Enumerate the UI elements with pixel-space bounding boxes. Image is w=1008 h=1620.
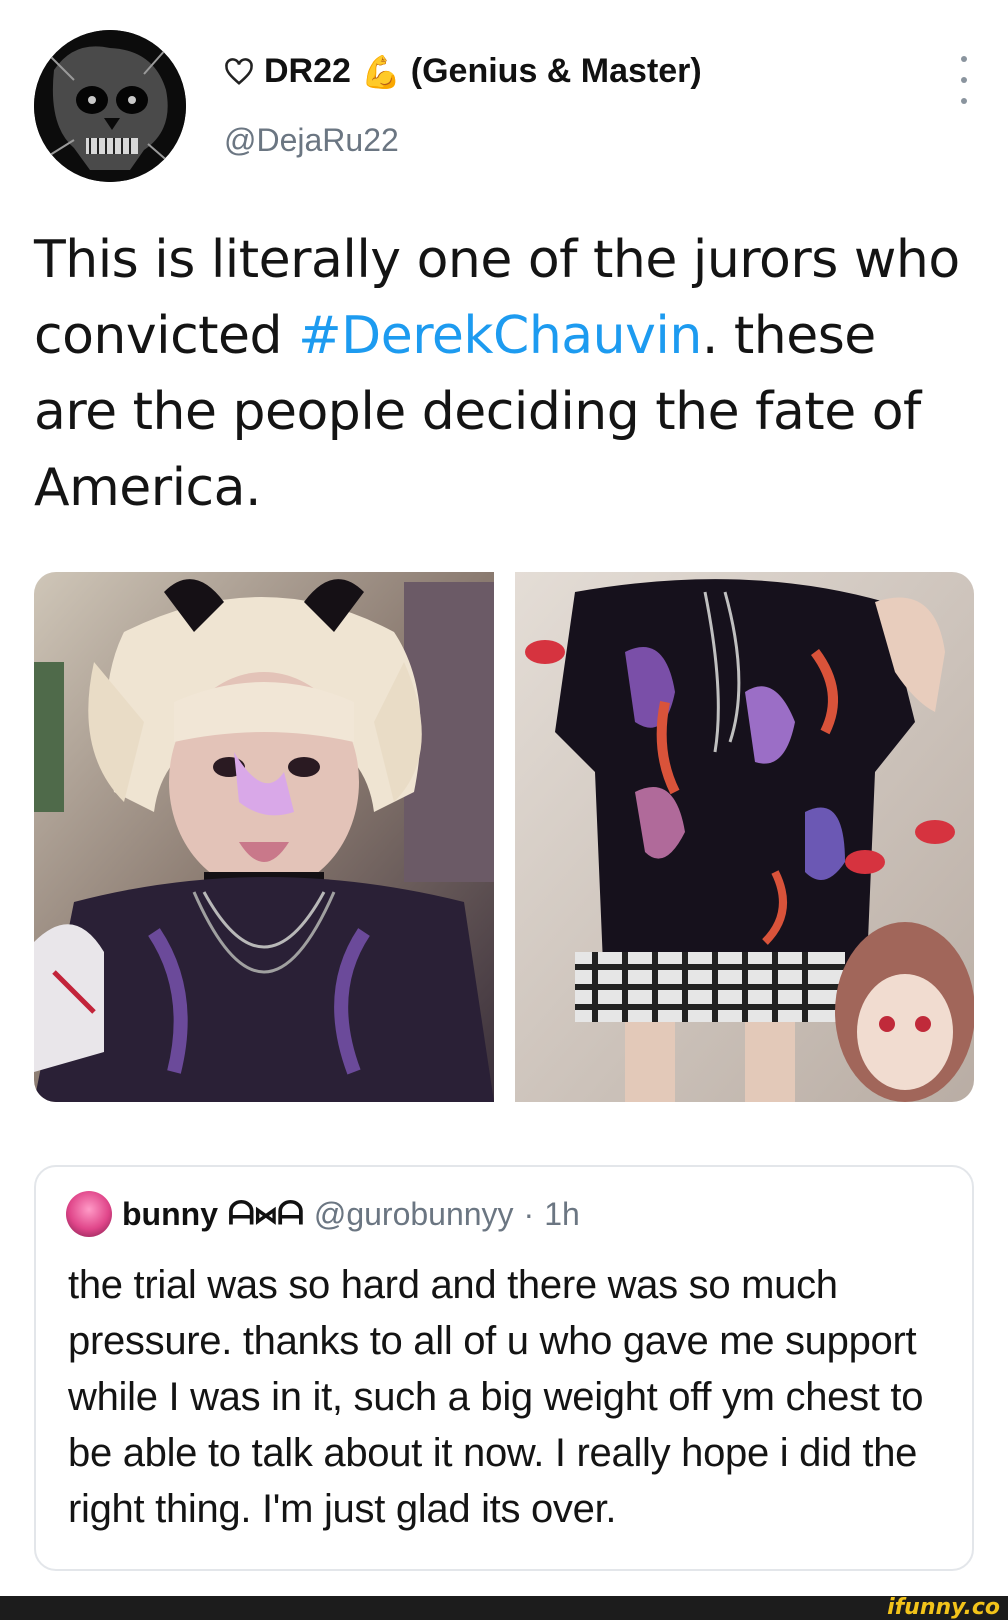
author-avatar[interactable] <box>34 30 186 182</box>
quoted-tweet-text: the trial was so hard and there was so m… <box>68 1263 924 1531</box>
quoted-tweet[interactable]: bunny ᗩ⋈ᗩ @gurobunnyy · 1h the trial was… <box>34 1165 974 1571</box>
photo-left[interactable] <box>34 572 494 1102</box>
quoted-author-name[interactable]: bunny <box>122 1196 218 1233</box>
skull-image <box>34 30 186 182</box>
author-name-suffix: (Genius & Master) <box>410 52 702 90</box>
more-vertical-icon[interactable] <box>954 56 974 104</box>
author-name[interactable]: DR22 <box>264 52 351 91</box>
quoted-author-emoticon: ᗩ⋈ᗩ <box>227 1195 304 1231</box>
heart-icon <box>224 57 254 87</box>
author-handle[interactable]: @DejaRu22 <box>224 122 399 159</box>
watermark-bar: ifunny.co <box>0 1596 1008 1620</box>
watermark-logo: ifunny.co <box>887 1595 1000 1620</box>
flexed-biceps-icon: 💪 <box>360 53 401 90</box>
photo-right[interactable] <box>515 572 974 1102</box>
selfie-image <box>34 572 494 1102</box>
tweet-header: DR22 💪 (Genius & Master) @DejaRu22 <box>34 30 974 190</box>
hashtag-link[interactable]: #DerekChauvin <box>298 306 702 366</box>
outfit-image <box>515 572 974 1102</box>
author-name-row: DR22 💪 (Genius & Master) <box>224 52 702 91</box>
quoted-separator: · <box>523 1195 535 1232</box>
tweet-text: This is literally one of the jurors who … <box>34 222 964 526</box>
quoted-author-handle[interactable]: @gurobunnyy <box>314 1196 514 1233</box>
quoted-author-avatar[interactable] <box>66 1191 112 1237</box>
quoted-timestamp[interactable]: 1h <box>544 1196 580 1233</box>
quoted-tweet-header: bunny ᗩ⋈ᗩ @gurobunnyy · 1h <box>66 1191 580 1237</box>
tweet-media <box>34 572 974 1102</box>
